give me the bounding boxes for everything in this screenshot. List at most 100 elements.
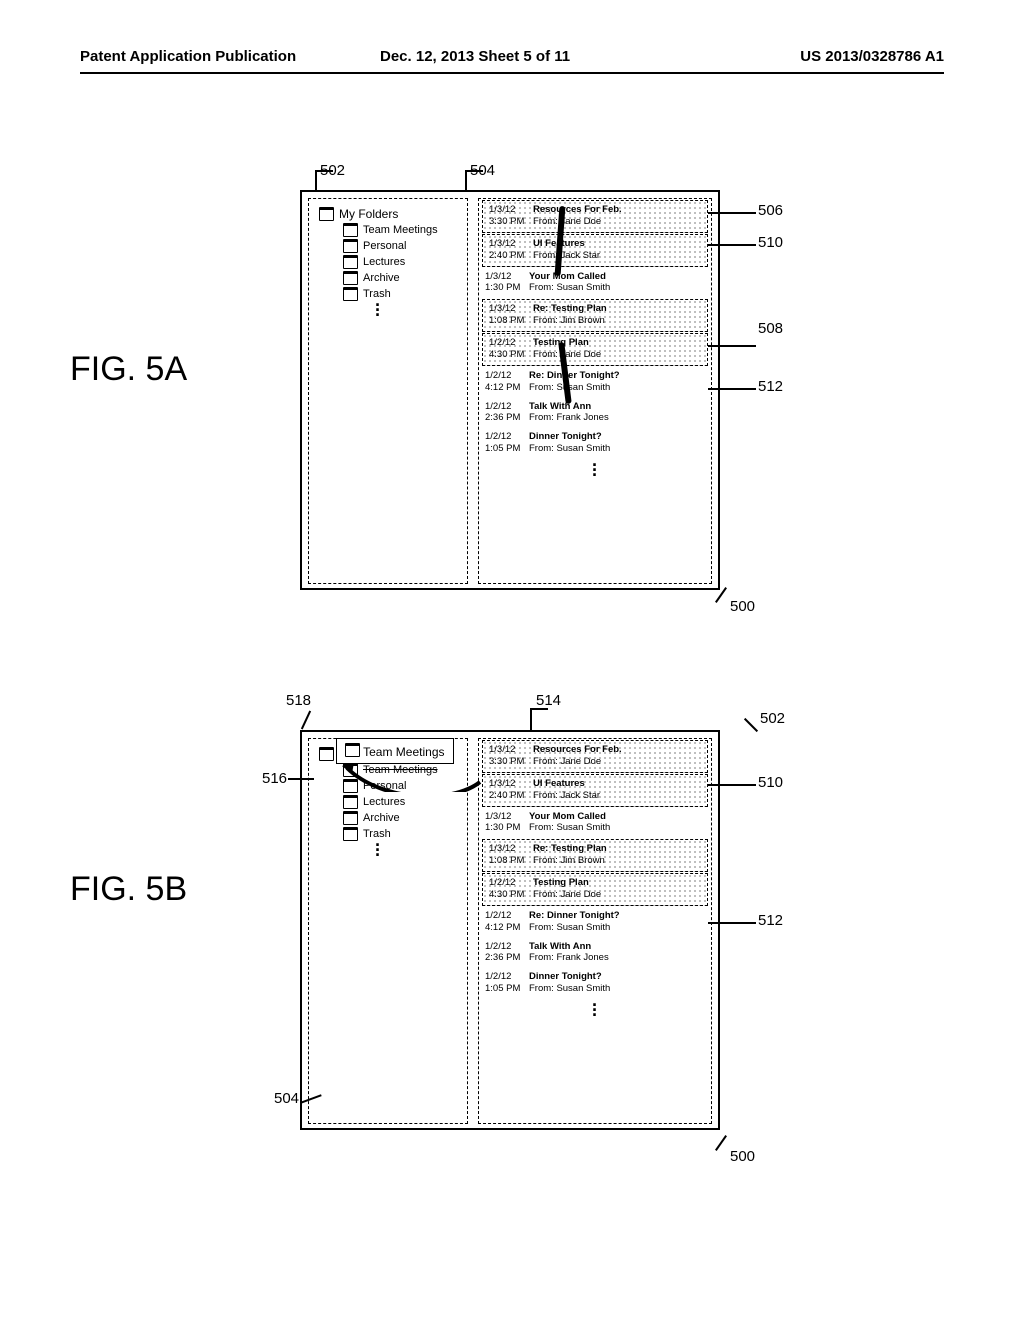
message-subject: Re: Testing Plan xyxy=(533,303,607,314)
ref-502-line xyxy=(744,718,758,732)
message-from: From: Jane Doe xyxy=(533,216,601,227)
message-time: 1:30 PM xyxy=(485,822,529,834)
message-date: 1/2/12 xyxy=(485,941,529,953)
ref-502-hook xyxy=(315,170,333,172)
message-row[interactable]: 1/3/12UI Features2:40 PMFrom: Jack Star xyxy=(482,774,708,807)
folder-icon xyxy=(343,239,358,253)
message-time: 1:05 PM xyxy=(485,443,529,455)
message-row[interactable]: 1/2/12Testing Plan4:30 PMFrom: Jane Doe xyxy=(482,333,708,366)
sidebar-item-lectures[interactable]: Lectures xyxy=(343,795,467,809)
message-row[interactable]: 1/2/12Dinner Tonight?1:05 PMFrom: Susan … xyxy=(479,968,711,999)
ref-514-hook xyxy=(530,708,548,710)
message-date: 1/3/12 xyxy=(489,238,533,250)
sidebar-item-personal[interactable]: Personal xyxy=(343,239,467,253)
ref-512: 512 xyxy=(758,378,783,395)
message-time: 3:30 PM xyxy=(489,756,533,768)
window: Team Meetings Personal Lectures Archive … xyxy=(300,730,720,1130)
folder-icon xyxy=(319,207,334,221)
message-time: 4:12 PM xyxy=(485,382,529,394)
message-from: From: Jim Brown xyxy=(533,855,605,866)
message-row[interactable]: 1/2/12Re: Dinner Tonight?4:12 PMFrom: Su… xyxy=(479,367,711,398)
message-row[interactable]: 1/3/12Your Mom Called1:30 PMFrom: Susan … xyxy=(479,268,711,299)
message-time: 1:08 PM xyxy=(489,855,533,867)
message-date: 1/3/12 xyxy=(489,843,533,855)
message-date: 1/2/12 xyxy=(485,971,529,983)
message-subject: Re: Dinner Tonight? xyxy=(529,910,620,921)
vdots-icon: ··· xyxy=(375,303,467,318)
drag-popover[interactable]: Team Meetings xyxy=(336,738,454,764)
message-time: 3:30 PM xyxy=(489,216,533,228)
message-from: From: Jim Brown xyxy=(533,315,605,326)
publication-type: Patent Application Publication xyxy=(80,48,296,65)
message-date: 1/2/12 xyxy=(485,401,529,413)
message-row[interactable]: 1/2/12Talk With Ann2:36 PMFrom: Frank Jo… xyxy=(479,938,711,969)
sidebar-item-lectures[interactable]: Lectures xyxy=(343,255,467,269)
sidebar-item-team-meetings[interactable]: Team Meetings xyxy=(343,223,467,237)
sheet-info: Dec. 12, 2013 Sheet 5 of 11 xyxy=(380,48,570,65)
folder-icon xyxy=(343,827,358,841)
folder-icon xyxy=(343,223,358,237)
ref-504-hook xyxy=(465,170,483,172)
message-row[interactable]: 1/3/12UI Features2:40 PMFrom: Jack Star xyxy=(482,234,708,267)
message-time: 1:08 PM xyxy=(489,315,533,327)
message-row[interactable]: 1/3/12Resources For Feb.3:30 PMFrom: Jan… xyxy=(482,200,708,233)
message-from: From: Frank Jones xyxy=(529,952,609,963)
ref-516: 516 xyxy=(262,770,287,787)
message-row[interactable]: 1/3/12Resources For Feb.3:30 PMFrom: Jan… xyxy=(482,740,708,773)
ref-500: 500 xyxy=(730,598,755,615)
message-date: 1/2/12 xyxy=(485,370,529,382)
folder-label: Personal xyxy=(363,240,406,252)
folder-icon xyxy=(343,255,358,269)
ref-506: 506 xyxy=(758,202,783,219)
message-row[interactable]: 1/2/12Dinner Tonight?1:05 PMFrom: Susan … xyxy=(479,428,711,459)
message-time: 2:40 PM xyxy=(489,250,533,262)
ref-500-line xyxy=(715,1135,727,1151)
message-from: From: Jack Star xyxy=(533,250,600,261)
message-subject: Testing Plan xyxy=(533,877,589,888)
message-date: 1/2/12 xyxy=(489,337,533,349)
message-from: From: Susan Smith xyxy=(529,282,610,293)
vdots-icon: ··· xyxy=(479,999,711,1018)
message-time: 4:30 PM xyxy=(489,349,533,361)
drag-popover-label: Team Meetings xyxy=(363,745,444,759)
message-date: 1/2/12 xyxy=(485,431,529,443)
message-from: From: Jane Doe xyxy=(533,756,601,767)
ref-500: 500 xyxy=(730,1148,755,1165)
message-row[interactable]: 1/3/12Your Mom Called1:30 PMFrom: Susan … xyxy=(479,808,711,839)
message-date: 1/3/12 xyxy=(489,303,533,315)
ref-504: 504 xyxy=(274,1090,299,1107)
message-row[interactable]: 1/2/12Talk With Ann2:36 PMFrom: Frank Jo… xyxy=(479,398,711,429)
message-subject: Re: Dinner Tonight? xyxy=(529,370,620,381)
message-date: 1/3/12 xyxy=(489,204,533,216)
message-row[interactable]: 1/3/12Re: Testing Plan1:08 PMFrom: Jim B… xyxy=(482,299,708,332)
message-list-pane: 1/3/12Resources For Feb.3:30 PMFrom: Jan… xyxy=(478,198,712,584)
message-subject: Your Mom Called xyxy=(529,811,606,822)
message-date: 1/3/12 xyxy=(489,778,533,790)
folder-icon xyxy=(343,811,358,825)
sidebar-item-trash[interactable]: Trash xyxy=(343,287,467,301)
figure-5b: FIG. 5B 518 514 502 510 512 516 504 500 … xyxy=(0,700,1024,1180)
message-time: 1:05 PM xyxy=(485,983,529,995)
message-row[interactable]: 1/2/12Testing Plan4:30 PMFrom: Jane Doe xyxy=(482,873,708,906)
message-time: 4:12 PM xyxy=(485,922,529,934)
ref-518: 518 xyxy=(286,692,311,709)
figure-label: FIG. 5A xyxy=(70,350,187,389)
message-date: 1/3/12 xyxy=(489,744,533,756)
ref-502-line xyxy=(315,170,317,192)
message-subject: Talk With Ann xyxy=(529,941,591,952)
ref-502: 502 xyxy=(760,710,785,727)
window: My Folders Team Meetings Personal Lectur… xyxy=(300,190,720,590)
message-row[interactable]: 1/3/12Re: Testing Plan1:08 PMFrom: Jim B… xyxy=(482,839,708,872)
ref-510: 510 xyxy=(758,234,783,251)
message-time: 4:30 PM xyxy=(489,889,533,901)
message-row[interactable]: 1/2/12Re: Dinner Tonight?4:12 PMFrom: Su… xyxy=(479,907,711,938)
sidebar-item-archive[interactable]: Archive xyxy=(343,811,467,825)
message-time: 1:30 PM xyxy=(485,282,529,294)
folder-icon xyxy=(343,287,358,301)
ref-512: 512 xyxy=(758,912,783,929)
folder-root[interactable]: My Folders Team Meetings Personal Lectur… xyxy=(319,207,467,318)
sidebar-item-archive[interactable]: Archive xyxy=(343,271,467,285)
message-time: 2:36 PM xyxy=(485,412,529,424)
message-from: From: Susan Smith xyxy=(529,983,610,994)
sidebar-item-trash[interactable]: Trash xyxy=(343,827,467,841)
